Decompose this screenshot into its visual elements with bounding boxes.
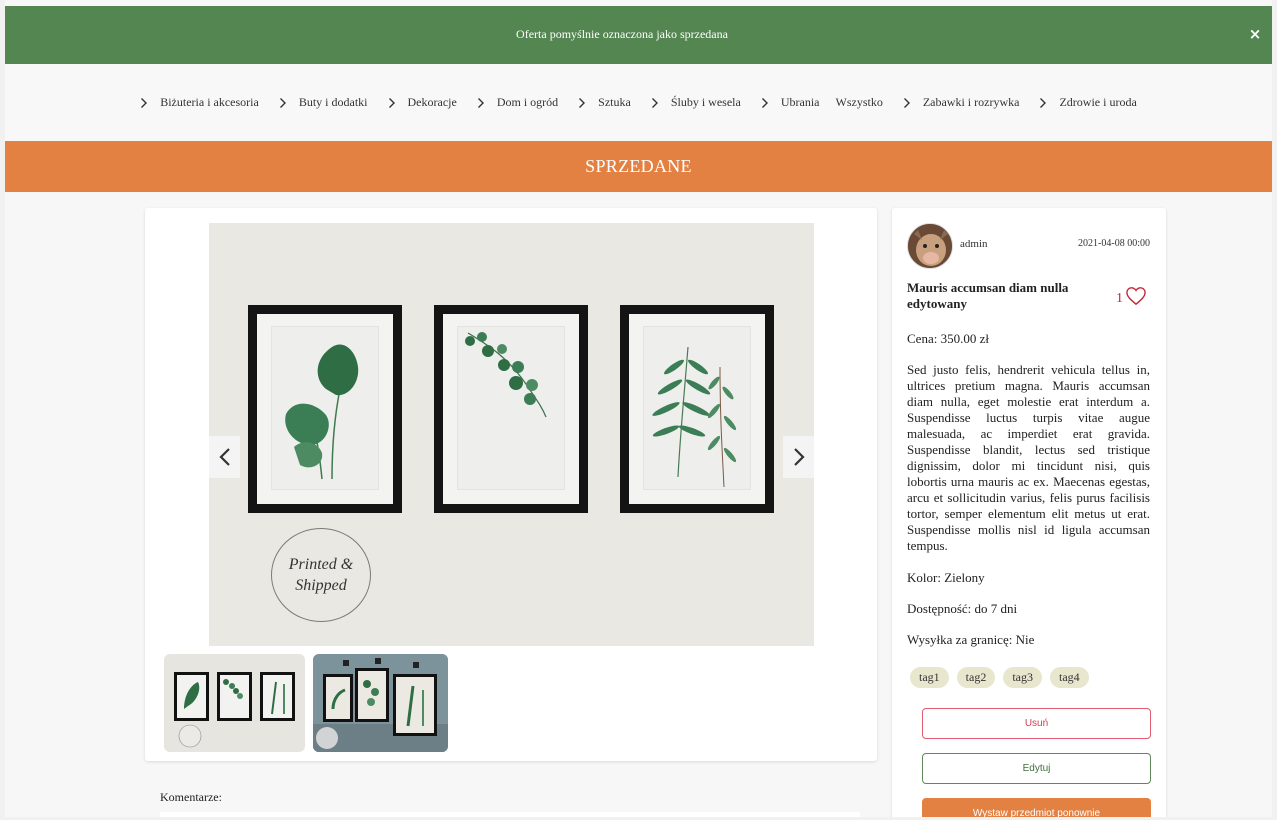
seller-name[interactable]: admin [960,238,988,250]
nav-item-label: Wszystko [835,95,883,109]
alert-message: Oferta pomyślnie oznaczona jako sprzedan… [516,27,728,41]
nav-item-label: Biżuteria i akcesoria [160,95,259,109]
chevron-left-icon [218,448,230,466]
nav-item-label: Sztuka [598,95,631,109]
chevron-right-icon [1039,97,1047,109]
nav-item-label: Ubrania [780,95,820,109]
listing-info-card: admin 2021-04-08 00:00 Mauris accumsan d… [892,208,1166,817]
page: Oferta pomyślnie oznaczona jako sprzedan… [5,0,1272,817]
nav-item-0[interactable]: Biżuteria i akcesoria [140,95,259,110]
nav-item-label: Śluby i wesela [670,95,741,109]
prev-image-button[interactable] [209,436,240,478]
main-image: Printed & Shipped [209,223,814,646]
tag[interactable]: tag1 [910,667,949,688]
picture-frame [620,305,774,513]
tag[interactable]: tag4 [1050,667,1089,688]
nav-item-label: Buty i dodatki [298,95,368,109]
nav-item-7[interactable]: Wszystko [836,95,883,110]
nav-item-5[interactable]: Śluby i wesela [651,95,741,110]
category-list: Biżuteria i akcesoria Buty i dodatki Dekor… [5,95,1272,110]
chevron-right-icon [793,448,805,466]
tag[interactable]: tag2 [956,667,996,688]
gallery-card: Printed & Shipped [145,208,877,761]
availability-attribute: Dostępność: do 7 dni [907,601,1018,616]
chevron-right-icon [761,97,769,109]
edit-button[interactable]: Edytuj [922,753,1151,784]
success-alert: Oferta pomyślnie oznaczona jako sprzedan… [5,6,1272,64]
price: Cena: 350.00 zł [907,331,989,346]
thumbnail-1[interactable] [164,654,305,752]
likes: 1 [1116,286,1147,311]
nav-item-label: Dekoracje [407,95,457,109]
category-nav: Biżuteria i akcesoria Buty i dodatki Dekor… [5,64,1272,141]
sold-banner: SPRZEDANE [5,141,1272,192]
relist-button[interactable]: Wystaw przedmiot ponownie [922,798,1151,817]
nav-item-label: Zdrowie i uroda [1059,95,1137,109]
chevron-right-icon [578,97,586,109]
thumbnail-2[interactable] [313,654,448,752]
nav-item-1[interactable]: Buty i dodatki [279,95,368,110]
close-icon[interactable]: × [1244,23,1266,45]
stamp-line: Printed & [288,556,354,573]
nav-item-9[interactable]: Zdrowie i uroda [1039,95,1137,110]
tag-list: tag1 tag2 tag3 tag4 [910,667,1089,688]
nav-item-2[interactable]: Dekoracje [388,95,457,110]
tag[interactable]: tag3 [1003,667,1043,688]
nav-item-8[interactable]: Zabawki i rozrywka [903,95,1020,110]
picture-frame [434,305,588,513]
chevron-right-icon [903,97,911,109]
color-attribute: Kolor: Zielony [907,570,985,585]
chevron-right-icon [477,97,485,109]
comments-label: Komentarze: [160,790,222,804]
delete-button[interactable]: Usuń [922,708,1151,739]
picture-frame [248,305,402,513]
nav-item-3[interactable]: Dom i ogród [477,95,558,110]
nav-item-label: Dom i ogród [496,95,559,109]
like-count: 1 [1116,290,1123,306]
nav-item-4[interactable]: Sztuka [578,95,631,110]
nav-item-label: Zabawki i rozrywka [922,95,1020,109]
chevron-right-icon [140,97,148,109]
avatar[interactable] [907,223,953,269]
next-image-button[interactable] [783,436,814,478]
comment-box [160,812,860,817]
listing-title: Mauris accumsan diam nulla edytowany [907,280,1069,311]
printed-shipped-stamp: Printed & Shipped [271,528,371,622]
stamp-line: Shipped [295,577,347,594]
chevron-right-icon [388,97,396,109]
nav-item-6[interactable]: Ubrania [761,95,820,110]
heart-icon[interactable] [1125,286,1147,311]
description: Sed justo felis, hendrerit vehicula tell… [907,362,1150,553]
listing-date: 2021-04-08 00:00 [1078,238,1150,249]
shipping-attribute: Wysyłka za granicę: Nie [907,632,1035,647]
chevron-right-icon [651,97,659,109]
chevron-right-icon [279,97,287,109]
